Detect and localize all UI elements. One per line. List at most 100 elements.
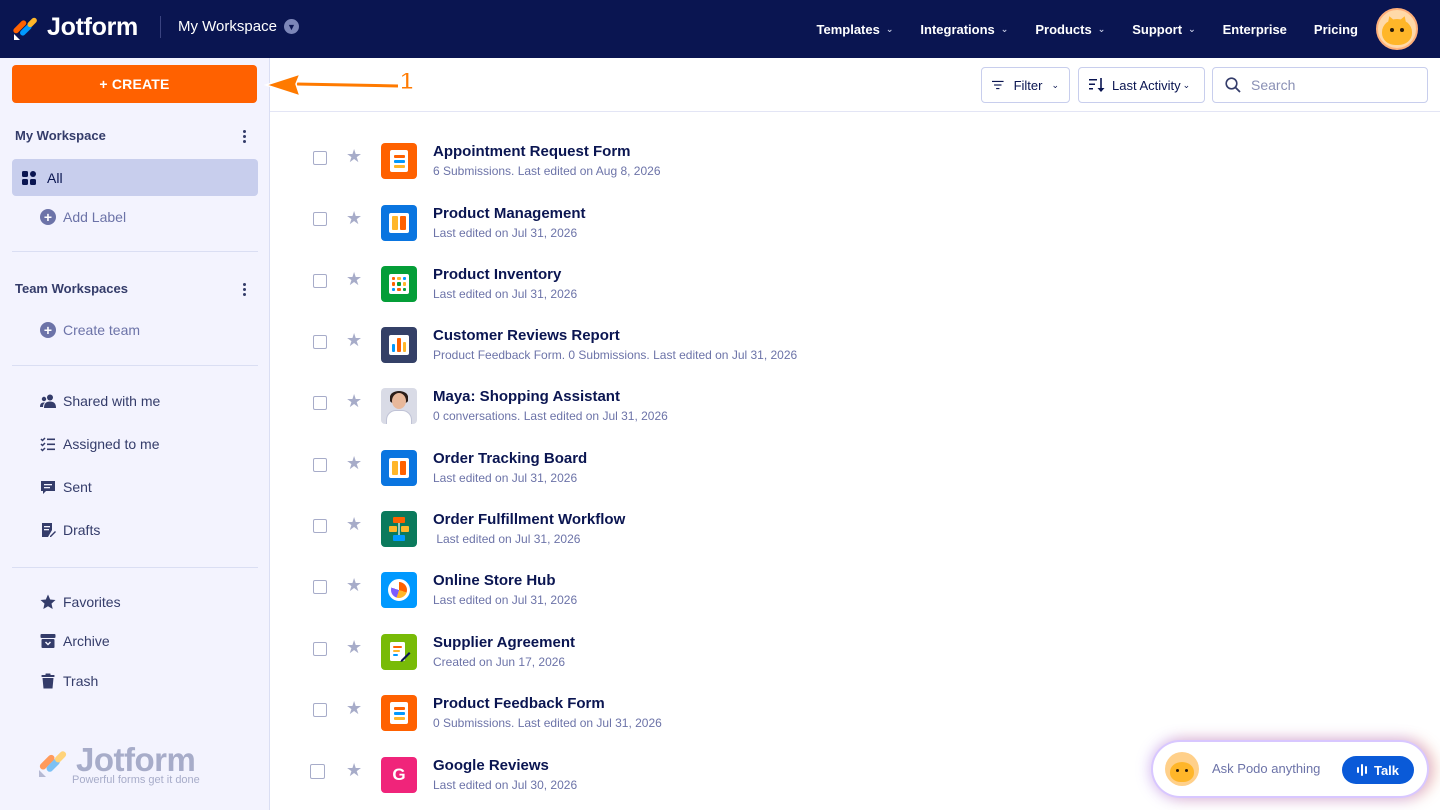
select-checkbox[interactable]	[313, 274, 327, 288]
favorite-star-icon[interactable]: ★	[346, 699, 362, 717]
footer-tagline: Powerful forms get it done	[72, 774, 200, 786]
nav-products[interactable]: Products ⌄	[1035, 22, 1105, 37]
jotform-logo[interactable]: Jotform	[13, 13, 138, 42]
select-checkbox[interactable]	[313, 151, 327, 165]
favorite-star-icon[interactable]: ★	[346, 515, 362, 533]
favorite-star-icon[interactable]: ★	[346, 209, 362, 227]
podo-assistant-widget[interactable]: Ask Podo anything Talk	[1153, 742, 1427, 796]
item-subtitle: Last edited on Jul 30, 2026	[433, 778, 578, 792]
team-workspaces-more-icon[interactable]	[242, 283, 246, 298]
jotform-logo-icon	[13, 15, 39, 41]
list-item[interactable]: ★ Order Fulfillment Workflow Last edited…	[270, 481, 1440, 547]
add-label-button[interactable]: + Add Label	[40, 209, 126, 225]
nav-templates[interactable]: Templates ⌄	[817, 22, 894, 37]
search-input[interactable]	[1251, 77, 1421, 93]
select-checkbox[interactable]	[313, 458, 327, 472]
annotation-number: 1	[399, 68, 414, 96]
item-title[interactable]: Appointment Request Form	[433, 143, 631, 160]
select-checkbox[interactable]	[313, 212, 327, 226]
sort-button[interactable]: Last Activity ⌄	[1078, 67, 1205, 103]
create-team-button[interactable]: + Create team	[40, 322, 140, 338]
nav-support[interactable]: Support ⌄	[1132, 22, 1195, 37]
select-checkbox[interactable]	[310, 764, 325, 779]
select-checkbox[interactable]	[313, 335, 327, 349]
select-checkbox[interactable]	[313, 519, 327, 533]
list-item[interactable]: ★ Product Feedback Form 0 Submissions. L…	[270, 665, 1440, 731]
divider	[12, 567, 258, 568]
select-checkbox[interactable]	[313, 396, 327, 410]
brand-name: Jotform	[47, 13, 138, 41]
select-checkbox[interactable]	[313, 703, 327, 717]
list-item[interactable]: ★ Maya: Shopping Assistant 0 conversatio…	[270, 358, 1440, 424]
chevron-down-icon: ⌄	[1188, 23, 1196, 34]
workspace-switcher[interactable]: My Workspace ▼	[178, 18, 299, 35]
favorite-star-icon[interactable]: ★	[346, 454, 362, 472]
list-item[interactable]: ★ Product Inventory Last edited on Jul 3…	[270, 236, 1440, 302]
item-title[interactable]: Customer Reviews Report	[433, 327, 620, 344]
sidebar-item-drafts[interactable]: Drafts	[12, 511, 258, 548]
favorite-star-icon[interactable]: ★	[346, 761, 362, 779]
favorite-star-icon[interactable]: ★	[346, 392, 362, 410]
item-title[interactable]: Google Reviews	[433, 757, 549, 774]
sidebar-item-all[interactable]: All	[12, 159, 258, 196]
list-item[interactable]: ★ Order Tracking Board Last edited on Ju…	[270, 420, 1440, 486]
nav-label: Products	[1035, 21, 1092, 37]
item-title[interactable]: Product Management	[433, 205, 586, 222]
sidebar-item-trash[interactable]: Trash	[12, 662, 258, 699]
select-checkbox[interactable]	[313, 642, 327, 656]
create-button[interactable]: + CREATE	[12, 65, 257, 103]
item-title[interactable]: Product Inventory	[433, 266, 561, 283]
sidebar-item-archive[interactable]: Archive	[12, 622, 258, 659]
sidebar-item-sent[interactable]: Sent	[12, 468, 258, 505]
archive-icon	[40, 634, 56, 648]
footer-logo: Jotform Powerful forms get it done	[38, 742, 200, 786]
select-checkbox[interactable]	[313, 580, 327, 594]
item-title[interactable]: Supplier Agreement	[433, 634, 575, 651]
sidebar-item-label: Assigned to me	[63, 435, 160, 452]
sidebar-item-favorites[interactable]: Favorites	[12, 583, 258, 620]
footer-brand: Jotform	[76, 741, 196, 778]
favorite-star-icon[interactable]: ★	[346, 576, 362, 594]
favorite-star-icon[interactable]: ★	[346, 270, 362, 288]
item-title[interactable]: Order Tracking Board	[433, 450, 587, 467]
my-workspace-more-icon[interactable]	[242, 130, 246, 145]
google-g-icon: G	[381, 757, 417, 793]
favorite-star-icon[interactable]: ★	[346, 638, 362, 656]
search-field[interactable]	[1212, 67, 1428, 103]
trash-icon	[41, 673, 55, 689]
sidebar-item-label: Shared with me	[63, 392, 161, 409]
sidebar-item-label: Drafts	[63, 521, 101, 538]
list-item[interactable]: ★ Appointment Request Form 6 Submissions…	[270, 113, 1440, 179]
favorite-star-icon[interactable]: ★	[346, 147, 362, 165]
podo-prompt[interactable]: Ask Podo anything	[1212, 761, 1320, 776]
nav-pricing[interactable]: Pricing	[1314, 22, 1358, 37]
talk-label: Talk	[1373, 762, 1400, 778]
top-navigation-bar: Jotform My Workspace ▼ Templates ⌄ Integr…	[0, 0, 1440, 58]
sidebar-item-assigned-to-me[interactable]: Assigned to me	[12, 425, 258, 462]
list-item[interactable]: ★ Customer Reviews Report Product Feedba…	[270, 297, 1440, 363]
app-icon	[381, 572, 417, 608]
sidebar-item-label: Trash	[63, 672, 99, 689]
users-icon	[40, 394, 56, 408]
nav-integrations[interactable]: Integrations ⌄	[920, 22, 1008, 37]
list-item[interactable]: ★ Product Management Last edited on Jul …	[270, 175, 1440, 241]
item-title[interactable]: Product Feedback Form	[433, 695, 605, 712]
sidebar-item-shared-with-me[interactable]: Shared with me	[12, 382, 258, 419]
item-title[interactable]: Online Store Hub	[433, 572, 556, 589]
my-workspace-heading: My Workspace	[15, 128, 106, 143]
talk-button[interactable]: Talk	[1342, 756, 1414, 784]
plus-circle-icon: +	[40, 322, 56, 338]
nav-label: Templates	[816, 21, 880, 37]
filter-button[interactable]: Filter ⌄	[981, 67, 1070, 103]
add-label-text: Add Label	[63, 209, 127, 225]
podo-cat-avatar-icon	[1382, 19, 1412, 45]
user-avatar[interactable]	[1376, 8, 1418, 50]
nav-enterprise[interactable]: Enterprise	[1223, 22, 1287, 37]
item-title[interactable]: Maya: Shopping Assistant	[433, 388, 620, 405]
workspace-switcher-label: My Workspace	[178, 18, 277, 35]
item-title[interactable]: Order Fulfillment Workflow	[433, 511, 625, 528]
favorite-star-icon[interactable]: ★	[346, 331, 362, 349]
list-item[interactable]: ★ Supplier Agreement Created on Jun 17, …	[270, 604, 1440, 670]
list-item[interactable]: ★ Online Store Hub Last edited on Jul 31…	[270, 542, 1440, 608]
team-workspaces-heading: Team Workspaces	[15, 281, 128, 296]
